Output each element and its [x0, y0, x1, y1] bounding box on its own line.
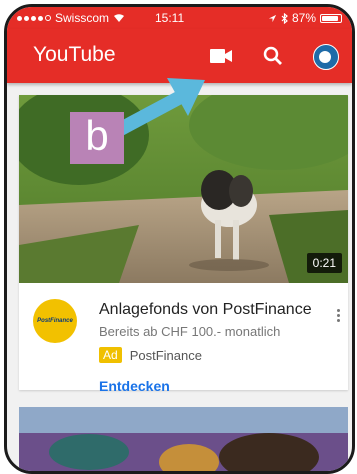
video-thumbnail[interactable]: 0:21	[19, 95, 348, 283]
ad-title[interactable]: Anlagefonds von PostFinance	[99, 301, 312, 319]
bluetooth-icon	[281, 12, 288, 24]
battery-percent: 87%	[291, 11, 316, 25]
status-time: 15:11	[155, 11, 185, 25]
advertiser-logo[interactable]: PostFinance	[33, 299, 77, 343]
logo-text: PostFinance	[37, 318, 73, 324]
thumbnail-image	[19, 95, 348, 283]
search-icon[interactable]	[263, 46, 283, 66]
signal-icon	[17, 15, 51, 21]
ad-subtitle: Bereits ab CHF 100.- monatlich	[99, 324, 281, 339]
ad-meta-row: Ad PostFinance	[99, 347, 202, 363]
carrier-group: Swisscom	[17, 11, 125, 25]
annotation-label: b	[70, 112, 124, 164]
phone-frame: Swisscom 15:11 87% YouTube . 0:21 PostFi…	[4, 4, 355, 474]
status-right-group: 87%	[268, 11, 342, 25]
carrier-name: Swisscom	[55, 11, 110, 25]
ad-badge: Ad	[99, 347, 122, 363]
account-avatar[interactable]: .	[313, 44, 339, 70]
next-thumbnail-image	[19, 407, 348, 471]
app-title: YouTube	[33, 43, 116, 66]
next-video-thumbnail[interactable]	[19, 407, 348, 471]
more-options-icon[interactable]	[337, 309, 340, 322]
ad-card[interactable]: 0:21 PostFinance Anlagefonds von PostFin…	[19, 95, 348, 394]
cta-link[interactable]: Entdecken	[99, 378, 170, 394]
wifi-icon	[114, 14, 125, 22]
advertiser-name: PostFinance	[129, 347, 202, 363]
camera-icon[interactable]	[210, 49, 232, 63]
video-duration: 0:21	[306, 253, 342, 273]
status-bar: Swisscom 15:11 87%	[7, 7, 352, 29]
app-bar: YouTube .	[7, 29, 352, 83]
battery-icon	[320, 13, 342, 23]
location-arrow-icon	[268, 14, 277, 22]
